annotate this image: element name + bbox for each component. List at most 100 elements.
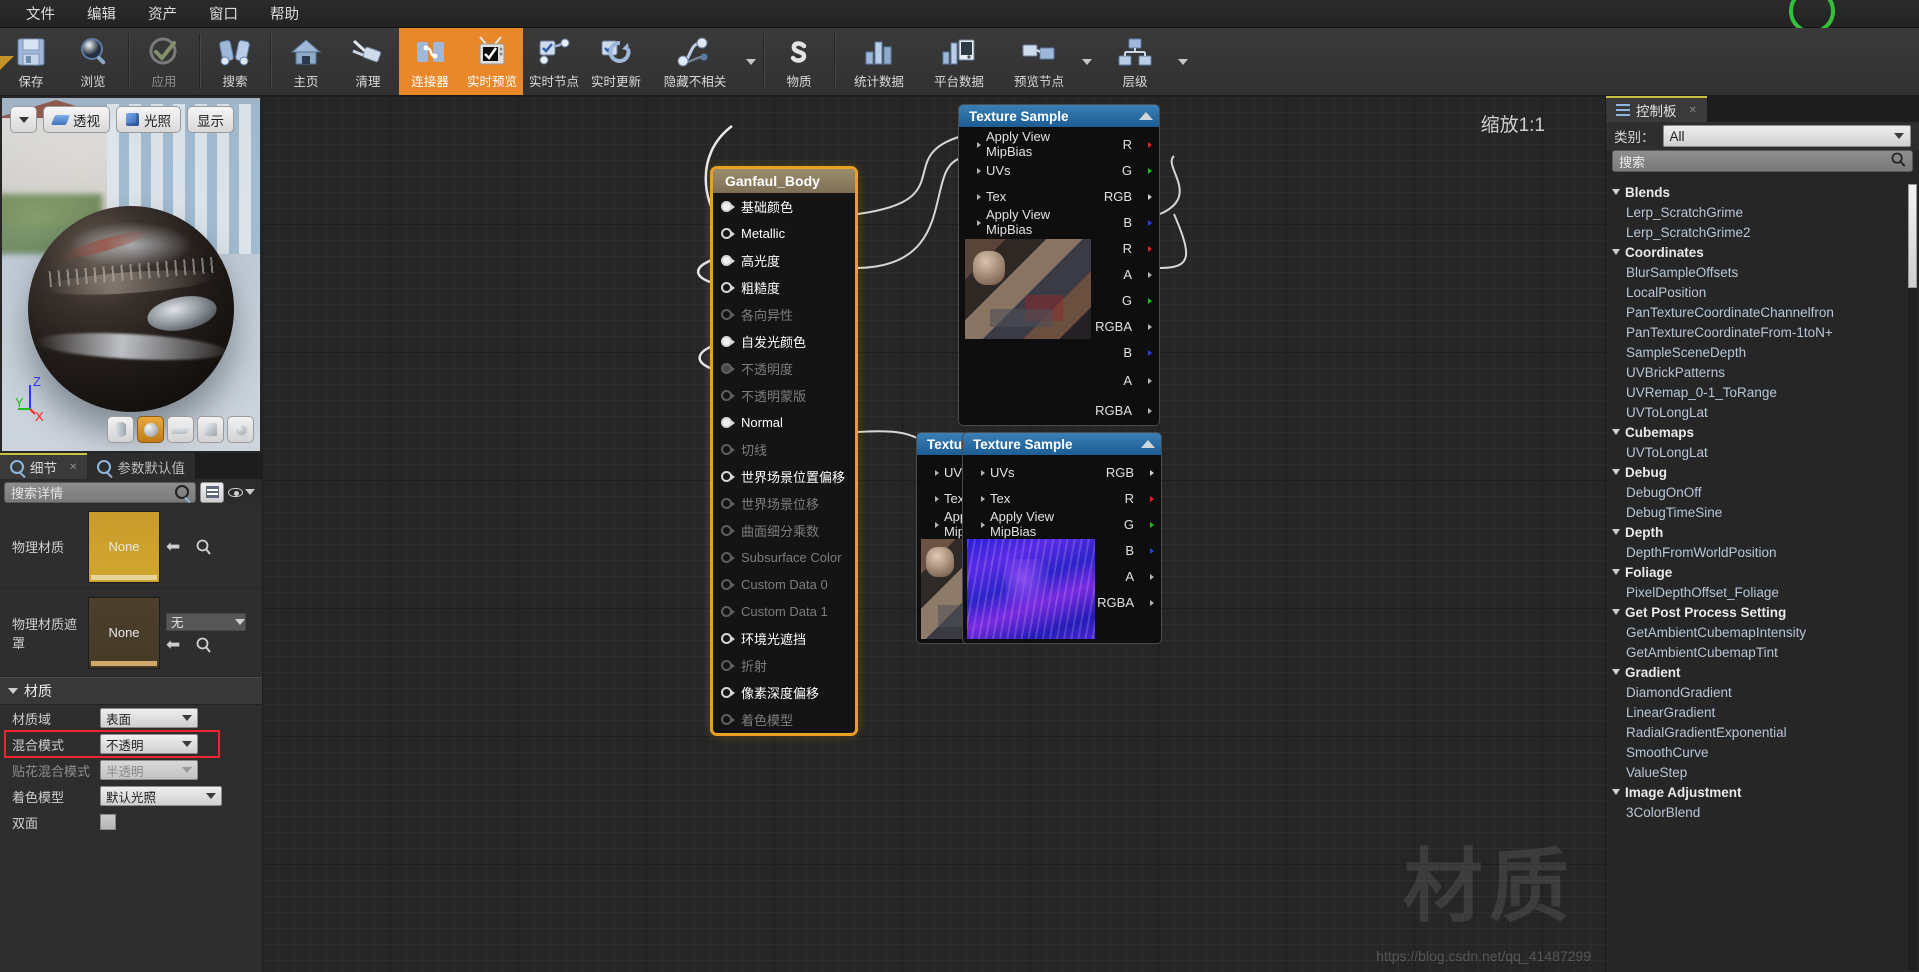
texture-sample-node-top[interactable]: Texture Sample Apply View MipBias UVs Te… [958, 104, 1160, 426]
texture-output-row[interactable]: A [1097, 261, 1159, 287]
palette-search-input[interactable]: 搜索 [1612, 150, 1913, 172]
collapse-triangle-icon[interactable] [1139, 112, 1153, 120]
material-pin-opacity-mask[interactable]: 不透明蒙版 [713, 382, 855, 409]
pin-icon[interactable] [721, 525, 735, 536]
texture-input-row[interactable]: UVs [959, 157, 1097, 183]
input-pin-icon[interactable] [925, 493, 939, 504]
toolbar-platform-stats-button[interactable]: 平台数据 [919, 28, 999, 95]
palette-item[interactable]: SmoothCurve [1606, 742, 1919, 762]
palette-item[interactable]: RadialGradientExponential [1606, 722, 1919, 742]
toolbar-browse-button[interactable]: 浏览 [62, 28, 124, 95]
material-row-shading-model[interactable]: 着色模型 默认光照 [0, 783, 262, 809]
preview-node-dropdown-button[interactable] [1079, 28, 1095, 95]
toolbar-search-button[interactable]: 搜索 [204, 28, 266, 95]
palette-group-header[interactable]: Foliage [1606, 562, 1919, 582]
input-pin-icon[interactable] [925, 467, 939, 478]
texture-output-row[interactable]: R [1097, 131, 1159, 157]
palette-group-header[interactable]: Image Adjustment [1606, 782, 1919, 802]
material-checkbox-two-sided[interactable] [100, 814, 116, 830]
output-pin-b-icon[interactable] [1138, 217, 1152, 228]
toolbar-apply-button[interactable]: 应用 [133, 28, 195, 95]
tab-palette[interactable]: 控制板 ✕ [1606, 96, 1707, 122]
texture-input-row[interactable]: UVs [963, 459, 1099, 485]
material-pin-world-position-offset[interactable]: 世界场景位置偏移 [713, 463, 855, 490]
viewport-perspective-button[interactable]: 透视 [43, 106, 110, 133]
output-pin-g-icon[interactable] [1140, 519, 1154, 530]
details-grid-view-button[interactable] [200, 481, 224, 503]
texture-input-row[interactable]: Tex [959, 183, 1097, 209]
texture-node-title-bar[interactable]: Texture Sample [959, 105, 1159, 127]
palette-item[interactable]: PixelDepthOffset_Foliage [1606, 582, 1919, 602]
viewport-options-button[interactable] [10, 106, 37, 133]
material-pin-refraction[interactable]: 折射 [713, 652, 855, 679]
input-pin-icon[interactable] [971, 467, 985, 478]
reset-arrow-icon[interactable]: ⬅ [166, 538, 184, 555]
material-pin-metallic[interactable]: Metallic [713, 220, 855, 247]
pin-icon[interactable] [721, 579, 735, 590]
menu-item-edit[interactable]: 编辑 [71, 0, 132, 27]
palette-item[interactable]: Lerp_ScratchGrime2 [1606, 222, 1919, 242]
palette-item[interactable]: SampleSceneDepth [1606, 342, 1919, 362]
material-pin-tessellation-multiplier[interactable]: 曲面细分乘数 [713, 517, 855, 544]
material-preview-viewport[interactable]: 透视 光照 显示 Z Y X [2, 98, 260, 451]
texture-output-row[interactable]: A [1097, 365, 1159, 395]
toolbar-clean-button[interactable]: 清理 [337, 28, 399, 95]
output-pin-rgba-icon[interactable] [1138, 405, 1152, 416]
material-pin-pixel-depth-offset[interactable]: 像素深度偏移 [713, 679, 855, 706]
pin-icon[interactable] [721, 660, 735, 671]
input-pin-icon[interactable] [967, 191, 981, 202]
output-pin-r-icon[interactable] [1138, 243, 1152, 254]
details-visibility-button[interactable] [228, 481, 258, 503]
toolbar-hide-unrelated-button[interactable]: 隐藏不相关 [647, 28, 743, 95]
texture-input-row[interactable]: Apply View MipBias [959, 207, 1097, 237]
close-icon[interactable]: ✕ [1689, 105, 1697, 116]
material-row-domain[interactable]: 材质域 表面 [0, 705, 262, 731]
toolbar-stats-button[interactable]: 统计数据 [839, 28, 919, 95]
toolbar-substance-button[interactable]: 物质 [768, 28, 830, 95]
output-pin-b-icon[interactable] [1138, 347, 1152, 358]
material-graph-canvas[interactable]: 缩放1:1 材质 https://blog.csdn.net/qq_414872… [262, 96, 1605, 972]
material-pin-world-displacement[interactable]: 世界场景位移 [713, 490, 855, 517]
material-pin-anisotropy[interactable]: 各向异性 [713, 301, 855, 328]
palette-item[interactable]: PanTextureCoordinateFrom-1toN+ [1606, 322, 1919, 342]
toolbar-connectors-button[interactable]: 连接器 [399, 28, 461, 95]
texture-input-row[interactable]: Tex [963, 485, 1099, 511]
property-row-physical-material[interactable]: 物理材质 None ⬅ [0, 505, 262, 589]
material-pin-emissive-color[interactable]: 自发光颜色 [713, 328, 855, 355]
pin-icon[interactable] [721, 552, 735, 563]
toolbar-hierarchy-button[interactable]: 层级 [1095, 28, 1175, 95]
palette-item[interactable]: Lerp_ScratchGrime [1606, 202, 1919, 222]
menu-item-help[interactable]: 帮助 [254, 0, 315, 27]
pin-icon[interactable] [721, 633, 735, 644]
material-pin-base-color[interactable]: 基础颜色 [713, 193, 855, 220]
pin-icon[interactable] [721, 471, 735, 482]
viewport-lit-button[interactable]: 光照 [116, 106, 181, 133]
output-pin-r-icon[interactable] [1140, 493, 1154, 504]
palette-item[interactable]: LocalPosition [1606, 282, 1919, 302]
texture-input-row[interactable]: Apply View MipBias [959, 129, 1097, 159]
palette-item[interactable]: UVBrickPatterns [1606, 362, 1919, 382]
palette-group-header[interactable]: Get Post Process Setting [1606, 602, 1919, 622]
tab-details[interactable]: 细节 ✕ [0, 453, 88, 479]
material-pin-custom-data-1[interactable]: Custom Data 1 [713, 598, 855, 625]
palette-group-header[interactable]: Depth [1606, 522, 1919, 542]
material-pin-opacity[interactable]: 不透明度 [713, 355, 855, 382]
texture-output-row[interactable]: RGBA [1095, 395, 1159, 425]
material-combo-blend-mode[interactable]: 不透明 [100, 734, 198, 754]
pin-icon[interactable] [721, 282, 735, 293]
palette-item[interactable]: DepthFromWorldPosition [1606, 542, 1919, 562]
palette-item[interactable]: DiamondGradient [1606, 682, 1919, 702]
texture-output-row[interactable]: R [1099, 485, 1161, 511]
material-row-blend-mode[interactable]: 混合模式 不透明 [0, 731, 262, 757]
material-pin-subsurface-color[interactable]: Subsurface Color [713, 544, 855, 571]
palette-item[interactable]: GetAmbientCubemapTint [1606, 642, 1919, 662]
mask-dropdown[interactable]: 无 [166, 612, 246, 631]
collapse-triangle-icon[interactable] [1141, 440, 1155, 448]
toolbar-preview-node-button[interactable]: 预览节点 [999, 28, 1079, 95]
palette-item[interactable]: 3ColorBlend [1606, 802, 1919, 822]
pin-icon[interactable] [721, 444, 735, 455]
palette-scrollbar-track[interactable] [1908, 184, 1917, 970]
texture-output-row[interactable]: RGBA [1097, 589, 1161, 615]
section-header-material[interactable]: 材质 [0, 677, 262, 705]
pin-icon[interactable] [721, 309, 735, 320]
